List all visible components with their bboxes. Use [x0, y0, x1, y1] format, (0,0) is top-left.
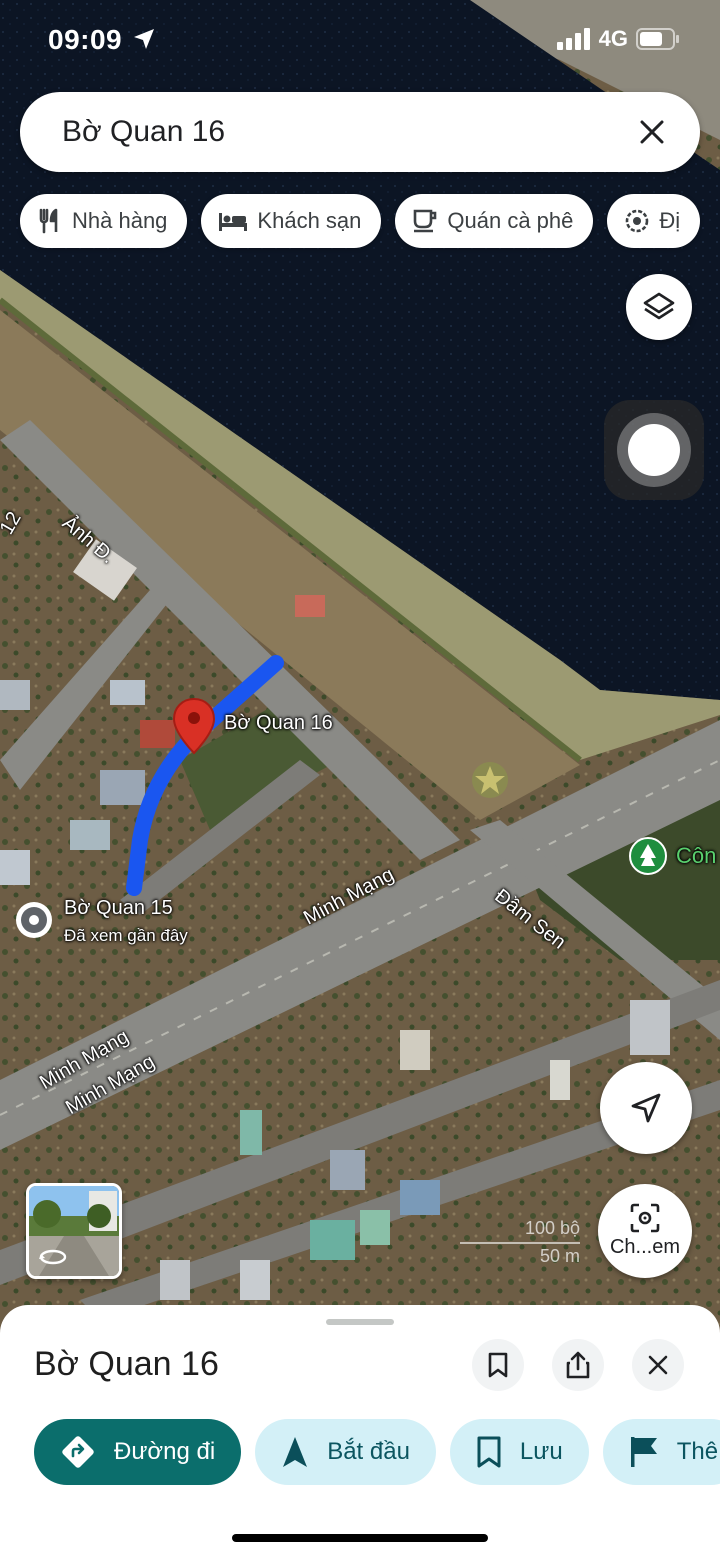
add-label-button[interactable]: Thê — [602, 1419, 720, 1485]
recent-place-name[interactable]: Bờ Quan 15 — [64, 897, 173, 920]
home-indicator[interactable] — [232, 1534, 488, 1542]
network-type: 4G — [598, 26, 628, 51]
restaurant-icon — [39, 208, 58, 234]
assistive-touch-dot — [628, 424, 680, 476]
chip-label: Nhà hàng — [72, 208, 168, 233]
assistive-touch-button[interactable] — [604, 400, 704, 500]
status-time: 09:09 — [48, 24, 156, 56]
bookmark-icon — [488, 1352, 508, 1378]
start-label: Bắt đầu — [327, 1438, 410, 1465]
place-title: Bờ Quan 16 — [34, 1345, 219, 1383]
search-bar[interactable]: Bờ Quan 16 — [20, 92, 700, 172]
chip-hotels[interactable]: Khách sạn — [201, 194, 382, 248]
attraction-icon — [626, 209, 649, 233]
park-label[interactable]: Côn — [676, 843, 716, 869]
location-arrow-icon — [134, 29, 155, 49]
navigation-icon — [283, 1437, 308, 1467]
flag-icon — [630, 1437, 657, 1467]
chip-label: Khách sạn — [257, 208, 362, 233]
share-button[interactable] — [552, 1339, 604, 1391]
scale-bar: 100 bộ 50 m — [460, 1218, 580, 1268]
chip-label: Đị — [659, 208, 681, 233]
chip-attractions[interactable]: Đị — [607, 194, 701, 248]
assistive-touch-ring — [617, 413, 691, 487]
lens-label: Ch...em — [609, 1236, 681, 1258]
close-icon — [640, 120, 664, 144]
signal-icon — [556, 28, 590, 50]
bookmark-icon — [477, 1436, 501, 1468]
place-bottom-sheet[interactable]: Bờ Quan 16 Đường đi Bắt đầu Lưu Thê — [0, 1305, 720, 1557]
recent-place-icon[interactable] — [14, 900, 54, 940]
selected-place-pin-icon[interactable] — [172, 697, 216, 755]
save-label: Lưu — [519, 1438, 563, 1465]
selected-place-label[interactable]: Bờ Quan 16 — [224, 712, 333, 735]
search-query[interactable]: Bờ Quan 16 — [62, 115, 634, 149]
clear-search-button[interactable] — [634, 114, 670, 150]
save-button[interactable]: Lưu — [449, 1419, 589, 1485]
save-place-button[interactable] — [472, 1339, 524, 1391]
close-sheet-button[interactable] — [632, 1339, 684, 1391]
add-label-text: Thê — [676, 1438, 719, 1465]
rotate-360-icon — [39, 1249, 67, 1265]
lens-button[interactable]: Ch...em — [598, 1184, 692, 1278]
scale-imperial: 100 bộ — [524, 1218, 580, 1238]
battery-icon — [636, 28, 679, 50]
hotel-icon — [219, 213, 248, 231]
drag-handle[interactable] — [326, 1319, 394, 1325]
layers-button[interactable] — [626, 274, 692, 340]
directions-label: Đường đi — [114, 1438, 216, 1465]
share-icon — [566, 1351, 590, 1379]
close-icon — [648, 1355, 668, 1375]
directions-button[interactable]: Đường đi — [34, 1419, 242, 1485]
park-pin-icon[interactable] — [628, 836, 668, 876]
place-actions: Đường đi Bắt đầu Lưu Thê — [34, 1419, 720, 1485]
camera-search-icon — [630, 1203, 660, 1233]
chip-label: Quán cà phê — [447, 208, 574, 233]
directions-icon — [62, 1436, 94, 1468]
my-location-button[interactable] — [600, 1062, 692, 1154]
status-indicators: 4G — [556, 26, 680, 52]
status-time-text: 09:09 — [48, 24, 123, 55]
layers-icon — [643, 292, 675, 320]
chip-cafes[interactable]: Quán cà phê — [395, 194, 594, 248]
scale-metric: 50 m — [539, 1246, 580, 1266]
navigation-arrow-icon — [631, 1093, 661, 1123]
coffee-icon — [414, 209, 437, 233]
chip-restaurants[interactable]: Nhà hàng — [20, 194, 188, 248]
recent-place-note: Đã xem gần đây — [64, 926, 188, 945]
start-button[interactable]: Bắt đầu — [255, 1419, 436, 1485]
street-view-thumbnail[interactable] — [26, 1183, 122, 1279]
category-chips: Nhà hàng Khách sạn Quán cà phê Đị — [20, 194, 701, 248]
